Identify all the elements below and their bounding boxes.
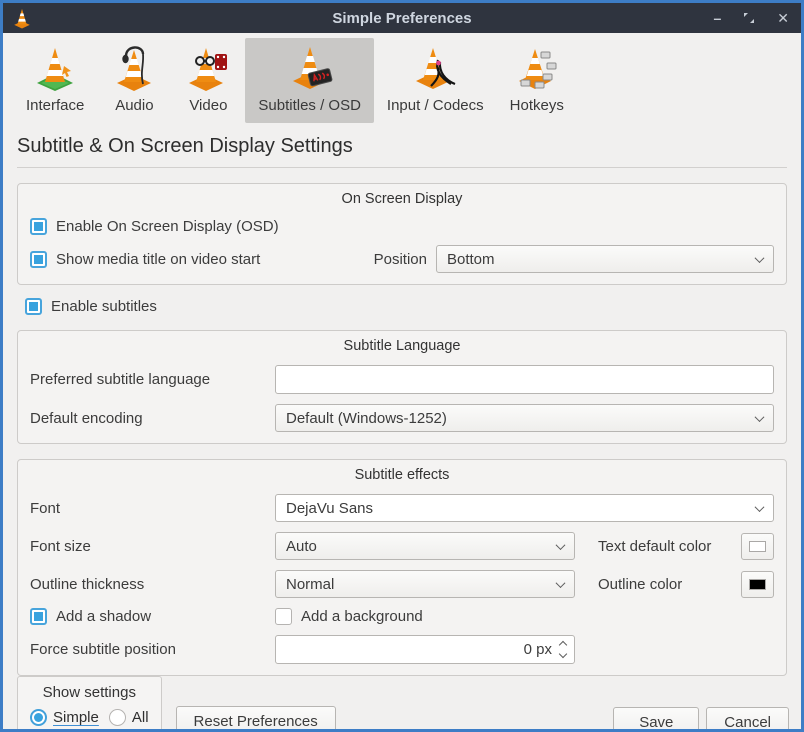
settings-content: On Screen Display Enable On Screen Displ… [3, 168, 801, 676]
reset-preferences-button[interactable]: Reset Preferences [176, 706, 336, 732]
window-controls: – ✕ [713, 3, 789, 33]
tab-label: Interface [26, 97, 84, 114]
outline-thickness-value: Normal [286, 576, 334, 593]
position-value: Bottom [447, 251, 495, 268]
tab-label: Audio [115, 97, 153, 114]
force-position-value: 0 px [524, 641, 552, 658]
page-title: Subtitle & On Screen Display Settings [17, 135, 787, 158]
outline-color-swatch [749, 579, 766, 590]
outline-thickness-label: Outline thickness [30, 576, 275, 593]
chevron-down-icon [755, 253, 765, 263]
group-subtitle-language: Subtitle Language Preferred subtitle lan… [17, 330, 787, 444]
footer-bar: Show settings Simple All Reset Preferenc… [3, 676, 801, 732]
show-media-title-label: Show media title on video start [56, 251, 260, 268]
preferred-language-label: Preferred subtitle language [30, 371, 275, 388]
force-position-spinbox[interactable]: 0 px [275, 635, 575, 664]
add-background-checkbox[interactable]: Add a background [275, 608, 774, 625]
position-dropdown[interactable]: Bottom [436, 245, 774, 273]
interface-cone-icon [31, 44, 79, 92]
chevron-down-icon [755, 502, 765, 512]
show-media-title-checkbox[interactable]: Show media title on video start [30, 251, 374, 268]
spinner-arrows[interactable] [560, 642, 566, 657]
enable-osd-label: Enable On Screen Display (OSD) [56, 218, 279, 235]
checkbox-checked-icon [30, 608, 47, 625]
group-on-screen-display: On Screen Display Enable On Screen Displ… [17, 183, 787, 285]
enable-osd-checkbox[interactable]: Enable On Screen Display (OSD) [30, 218, 279, 235]
subtitles-cone-icon [286, 44, 334, 92]
font-size-dropdown[interactable]: Auto [275, 532, 575, 560]
tab-label: Subtitles / OSD [258, 97, 361, 114]
audio-cone-icon [110, 44, 158, 92]
page-heading-wrap: Subtitle & On Screen Display Settings [17, 135, 787, 168]
tab-interface[interactable]: Interface [13, 38, 97, 123]
checkbox-unchecked-icon [275, 608, 292, 625]
font-size-value: Auto [286, 538, 317, 555]
radio-all-label: All [132, 709, 149, 726]
group-title: Subtitle effects [30, 465, 774, 484]
outline-color-label: Outline color [598, 576, 682, 593]
radio-selected-icon [30, 709, 47, 726]
hotkeys-cone-icon [513, 44, 561, 92]
checkbox-checked-icon [30, 218, 47, 235]
restore-icon[interactable] [743, 12, 755, 24]
show-settings-group: Show settings Simple All [17, 676, 162, 732]
tab-audio[interactable]: Audio [97, 38, 171, 123]
close-icon[interactable]: ✕ [777, 11, 789, 25]
preferred-language-input[interactable] [275, 365, 774, 394]
enable-subtitles-label: Enable subtitles [51, 298, 157, 315]
force-position-label: Force subtitle position [30, 641, 275, 658]
chevron-down-icon [556, 540, 566, 550]
tab-input-codecs[interactable]: Input / Codecs [374, 38, 497, 123]
category-toolbar: Interface Audio [3, 33, 801, 123]
cancel-button[interactable]: Cancel [706, 707, 789, 732]
radio-simple[interactable]: Simple [30, 709, 99, 726]
position-label: Position [374, 251, 427, 268]
add-shadow-label: Add a shadow [56, 608, 151, 625]
radio-all[interactable]: All [109, 709, 149, 726]
chevron-down-icon [556, 578, 566, 588]
text-default-color-label: Text default color [598, 538, 711, 555]
default-encoding-value: Default (Windows-1252) [286, 410, 447, 427]
radio-unselected-icon [109, 709, 126, 726]
checkbox-checked-icon [30, 251, 47, 268]
vlc-cone-icon [11, 6, 33, 30]
enable-subtitles-checkbox[interactable]: Enable subtitles [25, 298, 157, 315]
font-label: Font [30, 500, 275, 517]
tab-video[interactable]: Video [171, 38, 245, 123]
font-size-label: Font size [30, 538, 275, 555]
tab-subtitles-osd[interactable]: Subtitles / OSD [245, 38, 374, 123]
tab-label: Video [189, 97, 227, 114]
tab-label: Input / Codecs [387, 97, 484, 114]
outline-color-button[interactable] [741, 571, 774, 598]
input-codecs-cone-icon [411, 44, 459, 92]
radio-simple-label: Simple [53, 709, 99, 726]
save-button[interactable]: Save [613, 707, 699, 732]
chevron-up-icon [559, 641, 567, 649]
minimize-icon[interactable]: – [713, 11, 721, 25]
default-encoding-dropdown[interactable]: Default (Windows-1252) [275, 404, 774, 432]
chevron-down-icon [755, 412, 765, 422]
video-cone-icon [184, 44, 232, 92]
tab-label: Hotkeys [510, 97, 564, 114]
font-value: DejaVu Sans [286, 500, 373, 517]
text-color-swatch [749, 541, 766, 552]
default-encoding-label: Default encoding [30, 410, 275, 427]
preferences-window: Simple Preferences – ✕ [0, 0, 804, 732]
add-shadow-checkbox[interactable]: Add a shadow [30, 608, 275, 625]
group-title: On Screen Display [30, 189, 774, 208]
group-title: Subtitle Language [30, 336, 774, 355]
outline-thickness-dropdown[interactable]: Normal [275, 570, 575, 598]
group-subtitle-effects: Subtitle effects Font DejaVu Sans Font s… [17, 459, 787, 676]
add-background-label: Add a background [301, 608, 423, 625]
checkbox-checked-icon [25, 298, 42, 315]
titlebar[interactable]: Simple Preferences – ✕ [3, 3, 801, 33]
font-dropdown[interactable]: DejaVu Sans [275, 494, 774, 522]
tab-hotkeys[interactable]: Hotkeys [497, 38, 577, 123]
text-default-color-button[interactable] [741, 533, 774, 560]
window-title: Simple Preferences [3, 10, 801, 27]
show-settings-title: Show settings [30, 684, 149, 701]
chevron-down-icon [559, 650, 567, 658]
